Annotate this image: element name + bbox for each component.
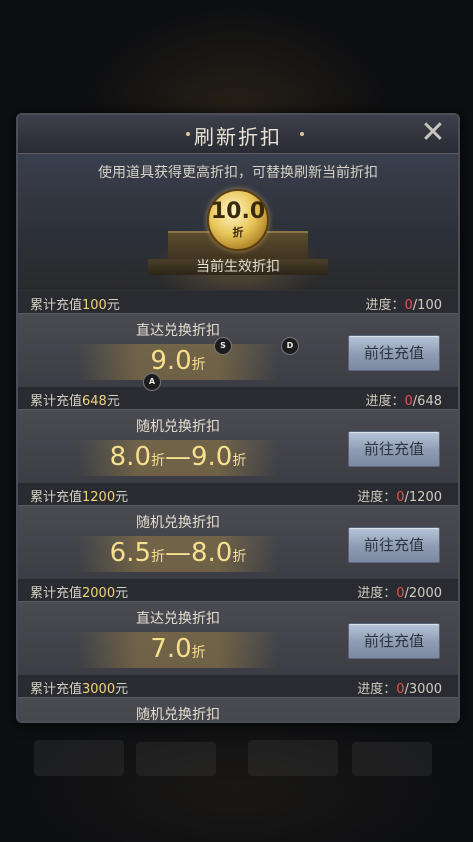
cumulative-recharge-label: 累计充值1200元 <box>30 490 129 505</box>
tier-header: 累计充值3000元 进度：0/3000 <box>18 675 458 697</box>
go-recharge-button[interactable]: 前往充值 <box>348 335 440 371</box>
discount-rate-plate: 6.5折—8.0折 <box>78 536 278 572</box>
tier-item: 累计充值3000元 进度：0/3000 随机兑换折扣 <box>18 675 458 721</box>
current-discount-value: 10.0 <box>210 199 266 224</box>
tier-header: 累计充值648元 进度：0/648 <box>18 387 458 409</box>
overlay-marker-s: S <box>214 337 232 355</box>
tier-item: 累计充值100元 进度：0/100 直达兑换折扣 9.0折 前往充值 <box>18 291 458 388</box>
overlay-marker-d: D <box>281 337 299 355</box>
tier-body: 直达兑换折扣 7.0折 前往充值 <box>18 601 458 676</box>
recharge-amount: 648 <box>82 394 107 409</box>
progress-text: 进度：0/100 <box>365 298 442 313</box>
exchange-type-label: 随机兑换折扣 <box>136 515 220 531</box>
dialog-title: 刷新折扣 <box>194 125 282 149</box>
go-recharge-button[interactable]: 前往充值 <box>348 527 440 563</box>
exchange-type-label: 随机兑换折扣 <box>136 419 220 435</box>
current-discount-banner: 使用道具获得更高折扣，可替换刷新当前折扣 10.0 折 当前生效折扣 <box>18 154 458 290</box>
discount-rate-plate: 8.0折—9.0折 <box>78 440 278 476</box>
dialog-titlebar: 刷新折扣 ✕ <box>18 115 458 154</box>
exchange-type-label: 直达兑换折扣 <box>136 611 220 627</box>
dialog-subtitle: 使用道具获得更高折扣，可替换刷新当前折扣 <box>98 165 378 181</box>
cumulative-recharge-label: 累计充值2000元 <box>30 586 129 601</box>
current-discount-coin: 10.0 折 <box>207 189 269 251</box>
tier-list[interactable]: 累计充值100元 进度：0/100 直达兑换折扣 9.0折 前往充值 累计充值6… <box>18 291 458 721</box>
progress-current: 0 <box>396 682 405 697</box>
recharge-amount: 3000 <box>82 682 116 697</box>
tier-body: 直达兑换折扣 9.0折 前往充值 <box>18 313 458 388</box>
refresh-discount-dialog: 刷新折扣 ✕ 使用道具获得更高折扣，可替换刷新当前折扣 10.0 折 当前生效折… <box>16 113 460 723</box>
progress-current: 0 <box>404 394 413 409</box>
cumulative-recharge-label: 累计充值100元 <box>30 298 120 313</box>
go-recharge-button[interactable]: 前往充值 <box>348 623 440 659</box>
discount-rate: 7.0折 <box>150 634 206 664</box>
progress-text: 进度：0/1200 <box>357 490 442 505</box>
progress-current: 0 <box>396 490 405 505</box>
background-element <box>34 740 124 776</box>
tier-item: 累计充值2000元 进度：0/2000 直达兑换折扣 7.0折 前往充值 <box>18 579 458 676</box>
tier-header: 累计充值1200元 进度：0/1200 <box>18 483 458 505</box>
cumulative-recharge-label: 累计充值3000元 <box>30 682 129 697</box>
discount-rate: 9.0折 <box>150 346 206 376</box>
tier-item: 累计充值1200元 进度：0/1200 随机兑换折扣 6.5折—8.0折 前往充… <box>18 483 458 580</box>
tier-header: 累计充值100元 进度：0/100 <box>18 291 458 313</box>
tier-body: 随机兑换折扣 6.5折—8.0折 前往充值 <box>18 505 458 580</box>
recharge-amount: 100 <box>82 298 107 313</box>
recharge-amount: 2000 <box>82 586 116 601</box>
background-element <box>136 742 216 776</box>
tier-item: 累计充值648元 进度：0/648 随机兑换折扣 8.0折—9.0折 前往充值 <box>18 387 458 484</box>
current-discount-label: 当前生效折扣 <box>196 259 280 275</box>
overlay-marker-a: A <box>143 373 161 391</box>
go-recharge-button[interactable]: 前往充值 <box>348 431 440 467</box>
background-element <box>248 740 338 776</box>
progress-text: 进度：0/3000 <box>357 682 442 697</box>
tier-body: 随机兑换折扣 8.0折—9.0折 前往充值 <box>18 409 458 484</box>
close-icon[interactable]: ✕ <box>418 118 448 149</box>
exchange-type-label: 直达兑换折扣 <box>136 323 220 339</box>
current-discount-unit: 折 <box>232 226 244 239</box>
discount-rate-range: 8.0折—9.0折 <box>109 442 247 472</box>
discount-rate-plate: 9.0折 <box>78 344 278 380</box>
tier-body: 随机兑换折扣 <box>18 697 458 721</box>
progress-text: 进度：0/648 <box>365 394 442 409</box>
background-element <box>352 742 432 776</box>
progress-current: 0 <box>396 586 405 601</box>
tier-header: 累计充值2000元 进度：0/2000 <box>18 579 458 601</box>
recharge-amount: 1200 <box>82 490 116 505</box>
exchange-type-label: 随机兑换折扣 <box>136 707 220 721</box>
discount-rate-range: 6.5折—8.0折 <box>109 538 247 568</box>
title-ornament-right <box>300 132 304 136</box>
progress-text: 进度：0/2000 <box>357 586 442 601</box>
cumulative-recharge-label: 累计充值648元 <box>30 394 120 409</box>
progress-current: 0 <box>404 298 413 313</box>
discount-rate-plate: 7.0折 <box>78 632 278 668</box>
